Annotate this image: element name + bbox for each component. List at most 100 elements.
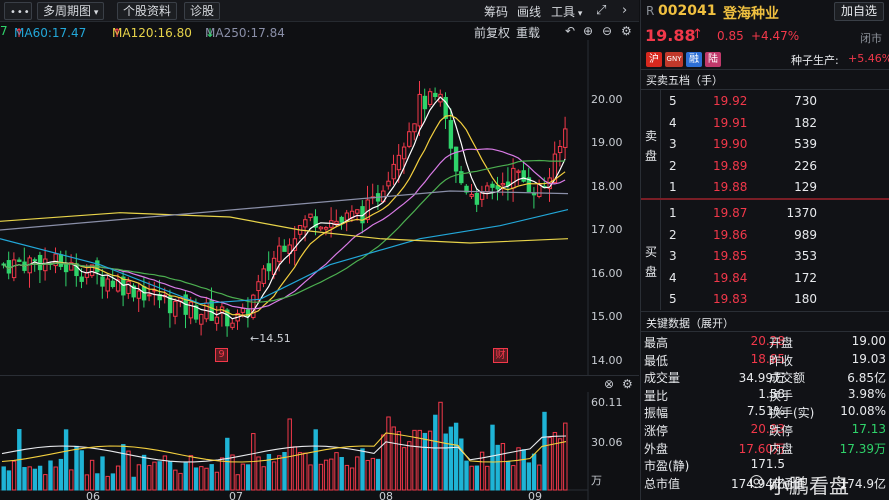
candle-body bbox=[355, 209, 360, 214]
candle-body bbox=[37, 254, 43, 271]
bid-level: 4 bbox=[669, 270, 677, 285]
bid-price[interactable]: 19.85 bbox=[713, 249, 747, 263]
adjust-button[interactable]: 前复权 bbox=[474, 24, 510, 41]
expand-icon[interactable]: ⤢ bbox=[596, 3, 606, 18]
order-book-title[interactable]: 买卖五档（手） bbox=[646, 72, 723, 88]
zoom-in-icon[interactable]: ⊕ bbox=[583, 24, 593, 38]
volume-bar bbox=[225, 437, 230, 491]
chevron-right-icon[interactable]: › bbox=[622, 3, 627, 18]
x-tick: 06 bbox=[86, 490, 100, 500]
ask-price[interactable]: 19.88 bbox=[713, 180, 747, 194]
ask-volume: 182 bbox=[794, 115, 817, 130]
ma-lines-group bbox=[0, 96, 569, 320]
settings-icon[interactable]: ⚙ bbox=[622, 377, 633, 391]
candle-body bbox=[136, 290, 142, 299]
divider bbox=[641, 311, 889, 312]
divider bbox=[641, 89, 889, 90]
moving-average-line bbox=[3, 96, 566, 320]
volume-bar bbox=[417, 429, 422, 491]
ask-price[interactable]: 19.92 bbox=[713, 94, 747, 108]
candle-body bbox=[339, 216, 344, 223]
candle-body bbox=[6, 260, 12, 274]
volume-bar bbox=[256, 456, 261, 491]
key-label: 成交量 bbox=[644, 371, 681, 386]
vol-y-unit: 万 bbox=[591, 474, 602, 487]
volume-bar bbox=[453, 422, 459, 491]
candle-body bbox=[277, 245, 282, 262]
bid-level: 1 bbox=[669, 206, 677, 220]
candle-body bbox=[422, 95, 428, 110]
volume-bar bbox=[79, 450, 84, 491]
ask-price[interactable]: 19.91 bbox=[713, 116, 747, 130]
undo-icon[interactable]: ↶ bbox=[565, 24, 575, 38]
volume-bar bbox=[183, 462, 188, 491]
earnings-marker[interactable]: 财 bbox=[493, 348, 508, 363]
zoom-out-icon[interactable]: ⊖ bbox=[602, 24, 612, 38]
sell-side-label: 盘 bbox=[645, 149, 658, 163]
volume-chart[interactable] bbox=[0, 392, 639, 500]
volume-bar bbox=[292, 446, 298, 491]
key-label: 最低 bbox=[644, 353, 669, 368]
volume-bar bbox=[500, 443, 506, 491]
y-tick: 18.00 bbox=[591, 180, 623, 193]
kline-chart[interactable] bbox=[0, 40, 639, 375]
diagnose-button[interactable]: 诊股 bbox=[184, 2, 221, 20]
volume-bar bbox=[422, 432, 428, 491]
ask-price[interactable]: 19.90 bbox=[713, 137, 747, 151]
event-marker[interactable]: 9 bbox=[215, 348, 228, 362]
period-button[interactable]: 多周期图 ▾ bbox=[37, 2, 105, 20]
bid-price[interactable]: 19.83 bbox=[713, 292, 747, 306]
volume-bar bbox=[173, 469, 178, 491]
settings-icon[interactable]: ⚙ bbox=[621, 24, 632, 38]
candle-body bbox=[11, 259, 17, 279]
key-data-title[interactable]: 关键数据（展开） bbox=[646, 315, 734, 331]
candle-body bbox=[334, 220, 339, 224]
ma-truncated: 7 bbox=[0, 24, 8, 38]
chevron-down-icon: ▾ bbox=[575, 9, 583, 19]
ask-price[interactable]: 19.89 bbox=[713, 159, 747, 173]
add-watchlist-button[interactable]: 加自选 bbox=[834, 2, 884, 21]
exchange-badge: 沪 bbox=[646, 52, 662, 67]
volume-bar bbox=[329, 458, 334, 491]
chevron-down-icon: ▾ bbox=[91, 8, 99, 18]
drawline-button[interactable]: 画线 bbox=[517, 3, 541, 20]
candle-body bbox=[391, 163, 396, 180]
volume-bar bbox=[412, 429, 417, 491]
volume-bar bbox=[27, 466, 32, 491]
bid-price[interactable]: 19.87 bbox=[713, 206, 747, 220]
close-icon[interactable]: ⊗ bbox=[604, 377, 614, 391]
volume-bar bbox=[521, 449, 526, 491]
bid-price[interactable]: 19.86 bbox=[713, 228, 747, 242]
volume-bar bbox=[469, 465, 474, 491]
candle-body bbox=[147, 294, 152, 297]
chips-button[interactable]: 筹码 bbox=[484, 3, 508, 20]
volume-bar bbox=[245, 464, 251, 491]
volume-bar bbox=[84, 474, 90, 491]
volume-bar bbox=[63, 429, 69, 491]
volume-bar bbox=[511, 465, 516, 491]
menu-button[interactable]: ••• bbox=[4, 2, 32, 20]
tools-button[interactable]: 工具 ▾ bbox=[551, 3, 582, 20]
candle-body bbox=[199, 314, 204, 325]
bid-price[interactable]: 19.84 bbox=[713, 271, 747, 285]
margin-badge: 融 bbox=[686, 52, 702, 67]
volume-bar bbox=[1, 466, 6, 491]
key-label: 最高 bbox=[644, 336, 669, 350]
overlay-button[interactable]: 重载 bbox=[516, 24, 540, 41]
volume-bar bbox=[53, 466, 58, 491]
volume-bar bbox=[438, 401, 443, 491]
volume-bar bbox=[407, 441, 412, 491]
arrow-up-icon: ↑ bbox=[692, 27, 703, 42]
chart-toolbar: ••• 多周期图 ▾ 个股资料 诊股 筹码 画线 工具 ▾ ⤢ › bbox=[0, 0, 639, 22]
y-tick: 19.00 bbox=[591, 136, 623, 149]
x-tick: 08 bbox=[379, 490, 393, 500]
volume-bar bbox=[537, 464, 542, 491]
candle-body bbox=[511, 167, 516, 189]
volume-bar bbox=[58, 458, 64, 491]
stock-info-button[interactable]: 个股资料 bbox=[117, 2, 178, 20]
ask-volume: 129 bbox=[794, 180, 817, 194]
volume-bar bbox=[11, 460, 17, 491]
candle-body bbox=[469, 193, 474, 197]
sector-change: +5.46% bbox=[848, 52, 889, 65]
volume-bar bbox=[391, 426, 396, 491]
